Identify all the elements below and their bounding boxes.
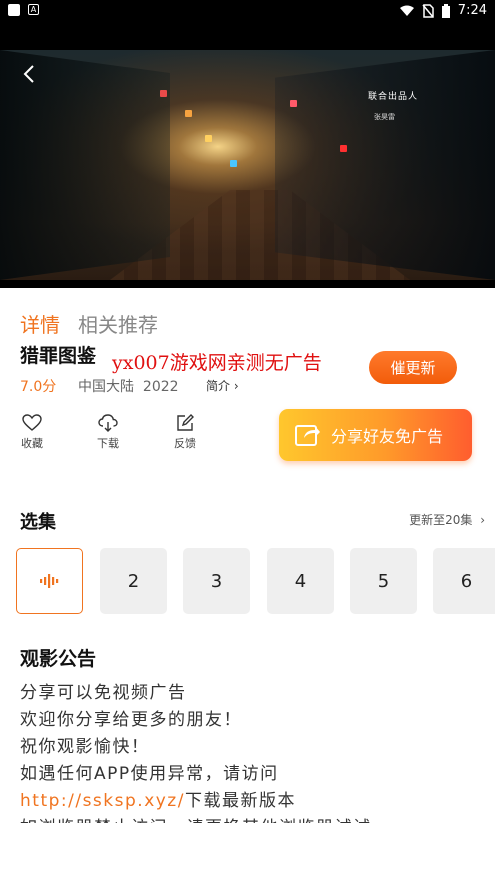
- download-button[interactable]: 下载: [86, 414, 130, 451]
- heart-icon: [22, 414, 42, 431]
- episode-item[interactable]: 5: [350, 548, 417, 614]
- episodes-title: 选集: [20, 512, 56, 533]
- back-arrow-icon[interactable]: [18, 62, 42, 86]
- feedback-edit-icon: [177, 414, 194, 431]
- show-title: 猎罪图鉴: [20, 345, 97, 367]
- watermark-text: yx007游戏网亲测无广告: [112, 352, 322, 374]
- episode-item[interactable]: 4: [267, 548, 334, 614]
- episode-item[interactable]: 3: [183, 548, 250, 614]
- notification-icon: [8, 4, 20, 16]
- share-label: 分享好友免广告: [331, 427, 444, 446]
- favorite-button[interactable]: 收藏: [10, 414, 54, 451]
- notice-body: 分享可以免视频广告 欢迎你分享给更多的朋友！ 祝你观影愉快！ 如遇任何APP使用…: [20, 680, 480, 823]
- episode-item[interactable]: 2: [100, 548, 167, 614]
- tab-recommendations[interactable]: 相关推荐: [78, 309, 158, 338]
- feedback-button[interactable]: 反馈: [163, 414, 207, 451]
- urge-update-button[interactable]: 催更新: [369, 351, 457, 384]
- notice-line: 分享可以免视频广告: [20, 683, 187, 703]
- share-icon: [295, 425, 320, 446]
- share-remove-ads-button[interactable]: 分享好友免广告: [279, 409, 472, 461]
- notice-link-suffix: 下载最新版本: [184, 791, 296, 811]
- detail-tabs: 详情 相关推荐: [20, 309, 158, 338]
- download-cloud-icon: [98, 414, 118, 432]
- video-credit-name: 张昊雷: [374, 113, 395, 121]
- video-player[interactable]: 联合出品人 张昊雷: [0, 22, 495, 288]
- playing-soundwave-icon: [39, 574, 58, 588]
- download-label: 下载: [97, 437, 119, 450]
- feedback-label: 反馈: [174, 437, 196, 450]
- notice-title: 观影公告: [20, 648, 97, 670]
- video-frame: [0, 50, 495, 280]
- notice-line: 如浏览器禁止访问，请更换其他浏览器试试: [20, 815, 480, 823]
- favorite-label: 收藏: [21, 437, 43, 450]
- episodes-update-link[interactable]: 更新至20集 ›: [409, 511, 485, 528]
- show-meta: 中国大陆 2022: [78, 376, 179, 396]
- app-notification-icon: A: [28, 4, 39, 15]
- chevron-right-icon: ›: [480, 513, 485, 527]
- notice-line: 欢迎你分享给更多的朋友！: [20, 710, 242, 730]
- notice-line: 如遇任何APP使用异常，请访问: [20, 764, 279, 784]
- intro-link[interactable]: 简介 ›: [206, 377, 239, 394]
- no-sim-icon: [422, 3, 434, 18]
- status-bar: A 7:24: [0, 0, 495, 22]
- episodes-update-text: 更新至20集: [409, 513, 473, 527]
- notice-line: 祝你观影愉快！: [20, 737, 150, 757]
- region: 中国大陆: [78, 379, 134, 395]
- video-credit-title: 联合出品人: [368, 92, 419, 102]
- episode-item[interactable]: 6: [433, 548, 495, 614]
- year: 2022: [142, 379, 179, 395]
- download-site-link[interactable]: http://ssksp.xyz/: [20, 791, 185, 811]
- wifi-icon: [399, 5, 414, 16]
- notice-link-line: http://ssksp.xyz/下载最新版本: [20, 788, 480, 815]
- battery-icon: [441, 3, 450, 18]
- rating: 7.0分: [20, 379, 57, 395]
- status-time: 7:24: [457, 3, 487, 18]
- tab-details[interactable]: 详情: [20, 309, 60, 338]
- episode-1-playing[interactable]: [16, 548, 83, 614]
